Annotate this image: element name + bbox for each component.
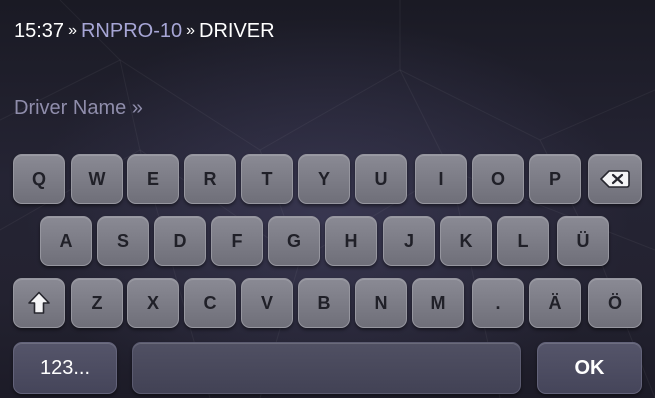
- key-label: O: [490, 168, 505, 189]
- backspace-icon: [600, 169, 630, 189]
- key-j[interactable]: J: [383, 216, 435, 266]
- key-x[interactable]: X: [127, 278, 179, 328]
- key-label: A: [59, 230, 73, 251]
- key-label: R: [203, 168, 217, 189]
- key-label: J: [403, 230, 414, 251]
- key-label: Ü: [576, 230, 590, 251]
- key-v[interactable]: V: [241, 278, 293, 328]
- key-label: G: [286, 230, 301, 251]
- key-o-umlaut[interactable]: Ö: [588, 278, 642, 328]
- breadcrumb-separator: »: [68, 22, 77, 39]
- key-c[interactable]: C: [184, 278, 236, 328]
- key-a[interactable]: A: [40, 216, 92, 266]
- space-key[interactable]: [132, 342, 521, 394]
- key-l[interactable]: L: [497, 216, 549, 266]
- shift-icon: [28, 291, 50, 315]
- page-title: DRIVER: [199, 19, 275, 42]
- breadcrumb-separator: »: [186, 22, 196, 39]
- key-p[interactable]: P: [529, 154, 581, 204]
- clock-time: 15:37: [14, 19, 65, 42]
- title-bar: 15:37 » RNPRO-10 » DRIVER: [14, 18, 275, 44]
- key-label: E: [146, 168, 159, 189]
- key-label: N: [374, 292, 388, 313]
- key-t[interactable]: T: [241, 154, 293, 204]
- key-e[interactable]: E: [127, 154, 179, 204]
- key-period[interactable]: .: [472, 278, 524, 328]
- key-label: C: [203, 292, 217, 313]
- key-label: I: [438, 168, 444, 189]
- key-d[interactable]: D: [154, 216, 206, 266]
- key-label: B: [317, 292, 331, 313]
- key-r[interactable]: R: [184, 154, 236, 204]
- driver-name-label: Driver Name »: [14, 96, 143, 119]
- key-label: Y: [317, 168, 330, 189]
- key-label: .: [495, 292, 501, 313]
- key-s[interactable]: S: [97, 216, 149, 266]
- key-b[interactable]: B: [298, 278, 350, 328]
- key-label: W: [88, 168, 106, 189]
- key-i[interactable]: I: [415, 154, 467, 204]
- key-label: L: [517, 230, 529, 251]
- key-label: T: [261, 168, 273, 189]
- key-label: M: [430, 292, 446, 313]
- ok-button-label: OK: [574, 356, 605, 379]
- numbers-key-label: 123...: [39, 356, 91, 379]
- key-label: H: [344, 230, 358, 251]
- key-label: Ä: [548, 292, 562, 313]
- key-g[interactable]: G: [268, 216, 320, 266]
- key-h[interactable]: H: [325, 216, 377, 266]
- key-z[interactable]: Z: [71, 278, 123, 328]
- key-label: F: [231, 230, 243, 251]
- key-y[interactable]: Y: [298, 154, 350, 204]
- key-w[interactable]: W: [71, 154, 123, 204]
- key-label: D: [173, 230, 187, 251]
- key-a-umlaut[interactable]: Ä: [529, 278, 581, 328]
- key-label: V: [260, 292, 273, 313]
- backspace-key[interactable]: [588, 154, 642, 204]
- shift-key[interactable]: [13, 278, 65, 328]
- key-label: Ö: [607, 292, 622, 313]
- key-label: S: [116, 230, 129, 251]
- numbers-key[interactable]: 123...: [13, 342, 117, 394]
- key-k[interactable]: K: [440, 216, 492, 266]
- key-o[interactable]: O: [472, 154, 524, 204]
- key-n[interactable]: N: [355, 278, 407, 328]
- ok-button[interactable]: OK: [537, 342, 642, 394]
- key-label: Q: [31, 168, 46, 189]
- key-label: X: [146, 292, 159, 313]
- keyboard-screen: 15:37 » RNPRO-10 » DRIVER Driver Name » …: [0, 0, 655, 398]
- key-f[interactable]: F: [211, 216, 263, 266]
- key-q[interactable]: Q: [13, 154, 65, 204]
- driver-name-field[interactable]: Driver Name »: [14, 94, 634, 122]
- key-label: K: [459, 230, 473, 251]
- breadcrumb-parent[interactable]: RNPRO-10: [81, 20, 182, 43]
- key-label: Z: [91, 292, 103, 313]
- key-m[interactable]: M: [412, 278, 464, 328]
- key-label: U: [374, 168, 388, 189]
- key-u-umlaut[interactable]: Ü: [557, 216, 609, 266]
- key-u[interactable]: U: [355, 154, 407, 204]
- key-label: P: [548, 168, 561, 189]
